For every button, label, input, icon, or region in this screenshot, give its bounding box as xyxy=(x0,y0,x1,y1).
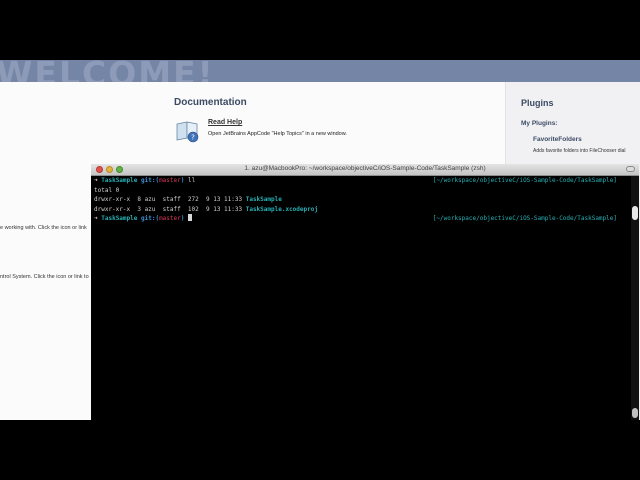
prompt-line: ➜ TaskSample git:(master) ll xyxy=(94,176,195,186)
scrollbar-thumb-bottom[interactable] xyxy=(632,408,638,418)
prompt-line: ➜ TaskSample git:(master) xyxy=(94,214,192,224)
command-text: ll xyxy=(188,177,196,184)
help-book-icon[interactable]: ? xyxy=(175,118,201,144)
scrollbar[interactable] xyxy=(631,176,639,420)
prompt-arrow-icon: ➜ xyxy=(94,215,98,222)
entry-meta: drwxr-xr-x 3 azu staff 102 9 13 11:33 xyxy=(94,205,246,213)
entry-name: TaskSample xyxy=(245,196,282,203)
prompt-directory: TaskSample xyxy=(101,215,138,222)
banner-text: WELCOME! xyxy=(0,60,215,82)
git-label-close: ) xyxy=(180,177,185,184)
entry-meta: drwxr-xr-x 8 azu staff 272 9 13 11:33 xyxy=(94,196,246,203)
entry-name: TaskSample.xcodeproj xyxy=(245,205,318,213)
plugin-description: Adds favorite folders into FileChooser d… xyxy=(533,148,626,154)
output-entry: drwxr-xr-x 8 azu staff 272 9 13 11:33 Ta… xyxy=(94,195,282,205)
right-prompt-path: [~/workspace/objectiveC/iOS-Sample-Code/… xyxy=(432,177,617,184)
terminal-output[interactable]: ➜ TaskSample git:(master) ll [~/workspac… xyxy=(91,176,631,420)
git-label-close: ) xyxy=(180,215,185,222)
welcome-banner: WELCOME! xyxy=(0,60,640,82)
documentation-heading: Documentation xyxy=(174,97,247,108)
git-branch: master xyxy=(159,215,181,222)
output-entry: drwxr-xr-x 3 azu staff 102 9 13 11:33 Ta… xyxy=(94,205,318,215)
terminal-window[interactable]: 1. azu@MacbookPro: ~/workspace/objective… xyxy=(91,164,639,420)
my-plugins-label: My Plugins: xyxy=(521,120,558,127)
text-cursor xyxy=(188,214,192,221)
left-snippet-text: ntrol System. Click the icon or link to xyxy=(0,274,89,280)
prompt-directory: TaskSample xyxy=(101,177,138,184)
prompt-arrow-icon: ➜ xyxy=(94,177,98,184)
git-branch: master xyxy=(159,177,181,184)
plugins-heading: Plugins xyxy=(521,98,554,108)
toolbar-toggle-button[interactable] xyxy=(626,166,635,172)
svg-text:?: ? xyxy=(191,134,195,142)
plugin-name[interactable]: FavoriteFolders xyxy=(533,136,582,143)
left-snippet-text: e working with. Click the icon or link xyxy=(0,225,87,231)
git-label: git:( xyxy=(141,177,160,184)
read-help-description: Open JetBrains AppCode "Help Topics" in … xyxy=(208,131,347,137)
git-label: git:( xyxy=(141,215,160,222)
letterbox-bottom xyxy=(0,420,640,480)
terminal-titlebar[interactable]: 1. azu@MacbookPro: ~/workspace/objective… xyxy=(91,164,639,176)
scrollbar-thumb[interactable] xyxy=(632,206,638,220)
window-title: 1. azu@MacbookPro: ~/workspace/objective… xyxy=(244,165,486,172)
output-total: total 0 xyxy=(94,186,120,194)
right-prompt-path: [~/workspace/objectiveC/iOS-Sample-Code/… xyxy=(432,215,617,222)
read-help-link[interactable]: Read Help xyxy=(208,119,242,126)
